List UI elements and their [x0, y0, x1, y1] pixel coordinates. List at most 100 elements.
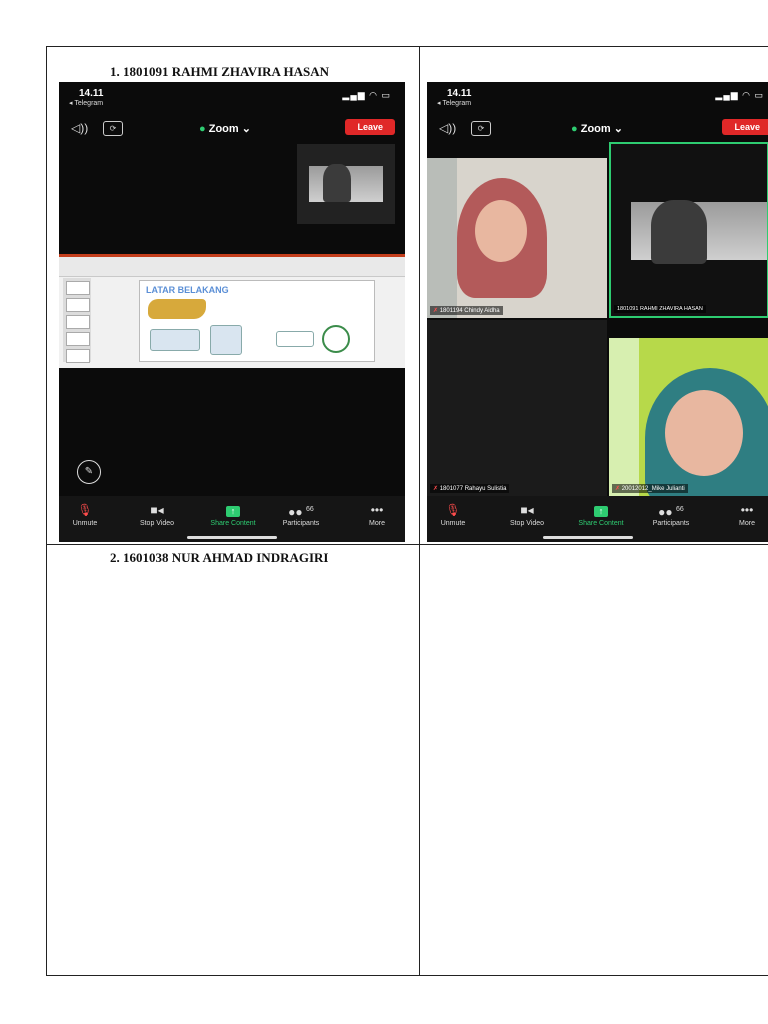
table-row-divider — [47, 544, 768, 545]
participant-name: 20012012_Mike Julianti — [621, 486, 685, 492]
participants-label: Participants — [282, 520, 320, 527]
more-dots-icon: ••• — [370, 503, 384, 517]
participants-count: 66 — [306, 506, 314, 513]
home-indicator — [543, 536, 633, 539]
meeting-title[interactable]: ● Zoom ⌄ — [571, 122, 623, 135]
unmute-label: Unmute — [440, 520, 466, 527]
meeting-top-bar: ◁)) ⟳ ● Zoom ⌄ Leave — [427, 119, 768, 139]
muted-mic-icon: ✗ — [433, 308, 439, 314]
secure-shield-icon: ● — [199, 123, 206, 135]
share-arrow-icon: ↑ — [594, 506, 608, 517]
slide-thumb — [66, 332, 90, 346]
meeting-title[interactable]: ● Zoom ⌄ — [199, 122, 251, 135]
slide-thumb — [66, 298, 90, 312]
speaker-icon[interactable]: ◁)) — [439, 121, 456, 135]
slide-thumb — [66, 349, 90, 363]
caption-second-student: 2. 1601038 NUR AHMAD INDRAGIRI — [110, 550, 329, 565]
video-tile[interactable]: ✗ 1801077 Rahayu Sulistia — [427, 320, 607, 496]
stop-video-button[interactable]: ■◂ Stop Video — [127, 502, 187, 527]
meeting-toolbar: 🎙 Unmute ■◂ Stop Video ↑ Share Content ●● 6… — [59, 496, 405, 542]
status-time: 14.11 — [447, 88, 472, 99]
participant-face — [665, 390, 743, 476]
share-content-button[interactable]: ↑ Share Content — [571, 502, 631, 527]
zoom-screenshot-share-view: 14.11 ◂ Telegram ▂▄▆ ◠ ▭ ◁)) ⟳ ● Zoom ⌄ … — [59, 82, 405, 542]
tile-background-door — [427, 158, 457, 318]
participants-button[interactable]: ●● 66 Participants — [641, 502, 701, 527]
powerpoint-ribbon — [59, 254, 405, 277]
unmute-button[interactable]: 🎙 Unmute — [427, 502, 483, 527]
meeting-top-bar: ◁)) ⟳ ● Zoom ⌄ Leave — [59, 119, 405, 139]
secure-shield-icon: ● — [571, 123, 578, 135]
slide-image-logo — [276, 331, 314, 347]
shared-slide: LATAR BELAKANG — [59, 254, 405, 368]
more-label: More — [739, 520, 755, 527]
share-content-button[interactable]: ↑ Share Content — [203, 502, 263, 527]
participants-label: Participants — [652, 520, 690, 527]
share-arrow-icon: ↑ — [226, 506, 240, 517]
stop-video-label: Stop Video — [139, 520, 175, 527]
home-indicator — [187, 536, 277, 539]
stop-video-label: Stop Video — [509, 520, 545, 527]
more-label: More — [369, 520, 385, 527]
participant-name: 1801194 Chindy Aidha — [439, 308, 500, 314]
unmute-button[interactable]: 🎙 Unmute — [59, 502, 115, 527]
slide-thumb — [66, 281, 90, 295]
slide-image-machine — [210, 325, 242, 355]
participants-icon: ●● 66 — [658, 505, 684, 519]
signal-wifi-battery-icon: ▂▄▆ ◠ ▭ — [715, 90, 764, 100]
more-dots-icon: ••• — [740, 503, 754, 517]
muted-mic-icon: 🎙 — [445, 503, 461, 517]
leave-button[interactable]: Leave — [345, 119, 395, 135]
participants-icon: ●● 66 — [288, 505, 314, 519]
self-video-thumbnail[interactable] — [297, 144, 395, 224]
status-time: 14.11 — [79, 88, 104, 99]
slide-thumb — [66, 315, 90, 329]
participants-button[interactable]: ●● 66 Participants — [271, 502, 331, 527]
muted-mic-icon: 🎙 — [77, 503, 93, 517]
participant-face — [475, 200, 527, 262]
switch-camera-icon[interactable]: ⟳ — [471, 121, 491, 136]
participants-count: 66 — [676, 506, 684, 513]
more-button[interactable]: ••• More — [347, 502, 405, 527]
annotate-pen-icon[interactable]: ✎ — [77, 460, 101, 484]
unmute-label: Unmute — [72, 520, 98, 527]
switch-camera-icon[interactable]: ⟳ — [103, 121, 123, 136]
stop-video-button[interactable]: ■◂ Stop Video — [497, 502, 557, 527]
active-speaker-video-tile[interactable]: 1801091 RAHMI ZHAVIRA HASAN — [609, 142, 768, 318]
participant-name-label: ✗ 1801077 Rahayu Sulistia — [430, 484, 510, 493]
participant-name: 1801091 RAHMI ZHAVIRA HASAN — [617, 306, 703, 312]
caption-first-student: 1. 1801091 RAHMI ZHAVIRA HASAN — [110, 64, 329, 79]
slide-image-grains — [148, 299, 206, 319]
person-silhouette — [651, 200, 707, 264]
signal-wifi-battery-icon: ▂▄▆ ◠ ▭ — [342, 90, 391, 100]
share-content-label: Share Content — [210, 520, 256, 527]
leave-button[interactable]: Leave — [722, 119, 768, 135]
participant-name-label: ✗ 20012012_Mike Julianti — [612, 484, 688, 493]
participant-name-label: 1801091 RAHMI ZHAVIRA HASAN — [614, 305, 706, 313]
more-button[interactable]: ••• More — [717, 502, 768, 527]
video-tile[interactable]: ✗ 1801194 Chindy Aidha — [427, 158, 607, 318]
meeting-toolbar: 🎙 Unmute ■◂ Stop Video ↑ Share Content ●● 6… — [427, 496, 768, 542]
speaker-icon[interactable]: ◁)) — [71, 121, 88, 135]
video-camera-icon: ■◂ — [150, 503, 164, 517]
ribbon-accent — [59, 254, 405, 257]
video-camera-icon: ■◂ — [520, 503, 534, 517]
slide-canvas: LATAR BELAKANG — [139, 280, 375, 362]
muted-mic-icon: ✗ — [433, 486, 439, 492]
zoom-screenshot-gallery-view: 14.11 ◂ Telegram ▂▄▆ ◠ ▭ ◁)) ⟳ ● Zoom ⌄ … — [427, 82, 768, 542]
video-tile[interactable]: ✗ 20012012_Mike Julianti — [609, 338, 768, 496]
person-silhouette — [323, 164, 351, 202]
slide-thumbnails-pane — [63, 278, 91, 363]
meeting-title-text: Zoom — [208, 123, 239, 135]
muted-mic-icon: ✗ — [615, 486, 621, 492]
participant-name-label: ✗ 1801194 Chindy Aidha — [430, 306, 503, 315]
share-content-label: Share Content — [578, 520, 624, 527]
back-to-telegram-link[interactable]: ◂ Telegram — [437, 99, 471, 107]
table-column-divider — [419, 47, 420, 975]
tile-background-window — [609, 338, 639, 496]
slide-image-seal — [322, 325, 350, 353]
slide-image-device — [150, 329, 200, 351]
meeting-title-text: Zoom — [580, 123, 611, 135]
slide-title: LATAR BELAKANG — [146, 285, 229, 295]
back-to-telegram-link[interactable]: ◂ Telegram — [69, 99, 103, 107]
